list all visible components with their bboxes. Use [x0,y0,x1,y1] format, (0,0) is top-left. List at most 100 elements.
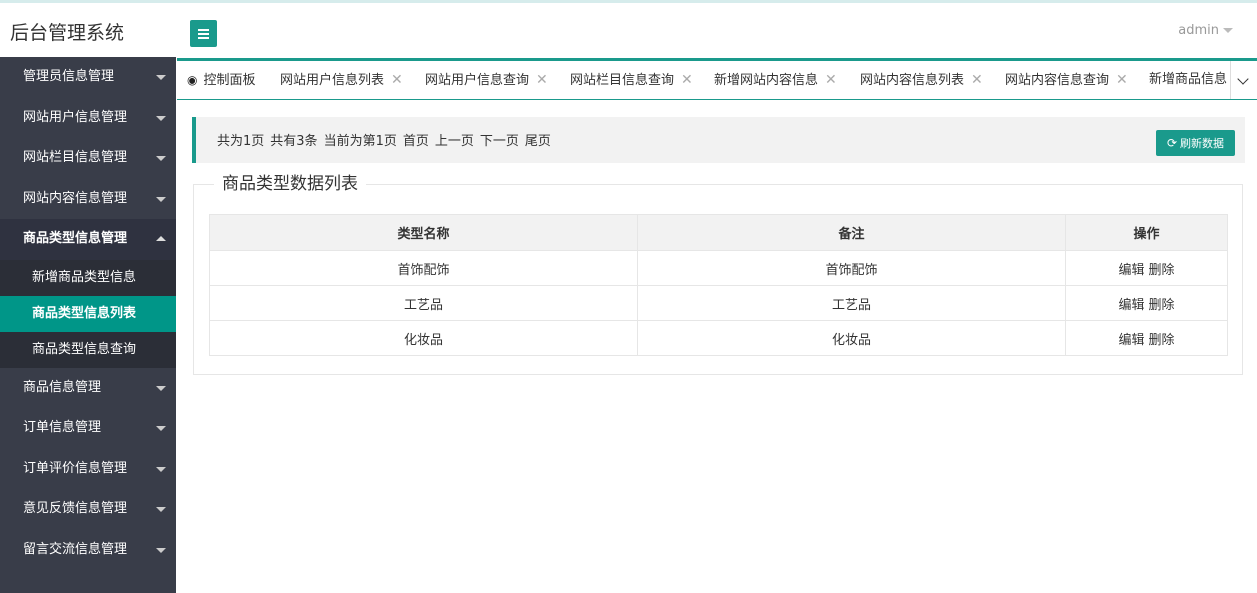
close-icon[interactable]: ✕ [825,72,837,88]
close-icon[interactable]: ✕ [971,72,983,88]
tab-label: 网站内容信息列表 [860,73,965,88]
pager-prev-link[interactable]: 上一页 [435,134,474,149]
caret-down-icon [156,507,166,512]
tab-label: 网站内容信息查询 [1005,73,1110,88]
pager-last-link[interactable]: 尾页 [525,134,551,149]
sidebar-group-orders[interactable]: 订单信息管理 [0,408,176,449]
tab-site-content-query[interactable]: 网站内容信息查询 ✕ [1005,61,1128,99]
tab-site-column-query[interactable]: 网站栏目信息查询 ✕ [570,61,693,99]
tab-label: 网站用户信息查询 [425,73,530,88]
cell-actions: 编辑 删除 [1065,320,1228,356]
pager-next-link[interactable]: 下一页 [480,134,519,149]
caret-up-icon [156,236,166,241]
caret-down-icon [1223,28,1233,33]
close-icon[interactable]: ✕ [1116,72,1128,88]
tab-label: 网站栏目信息查询 [570,73,675,88]
cell-name: 工艺品 [209,285,638,321]
column-header-name: 类型名称 [209,214,638,251]
delete-link[interactable]: 删除 [1149,298,1175,313]
tab-site-user-query[interactable]: 网站用户信息查询 ✕ [425,61,548,99]
delete-link[interactable]: 删除 [1149,263,1175,278]
caret-down-icon [156,426,166,431]
sidebar-group-site-columns[interactable]: 网站栏目信息管理 [0,138,176,179]
cell-note: 化妆品 [637,320,1066,356]
delete-link[interactable]: 删除 [1149,333,1175,348]
sidebar-group-products[interactable]: 商品信息管理 [0,368,176,409]
column-header-actions: 操作 [1065,214,1228,251]
refresh-label: 刷新数据 [1180,137,1225,150]
sidebar-item-add-product-type[interactable]: 新增商品类型信息 [0,259,176,296]
edit-link[interactable]: 编辑 [1118,298,1144,313]
cell-name: 首饰配饰 [209,250,638,286]
sidebar-group-label: 订单评价信息管理 [23,460,128,476]
sidebar-group-admin[interactable]: 管理员信息管理 [0,57,176,98]
sidebar-group-messages[interactable]: 留言交流信息管理 [0,530,176,571]
sidebar-group-product-types[interactable]: 商品类型信息管理 [0,219,176,260]
list-title: 商品类型数据列表 [214,174,366,194]
sidebar: 管理员信息管理 网站用户信息管理 网站栏目信息管理 网站内容信息管理 商品类型信… [0,57,176,593]
caret-down-icon [156,385,166,391]
caret-down-icon [156,466,166,472]
user-name: admin [1178,23,1219,38]
pager-first-link[interactable]: 首页 [403,134,429,149]
refresh-button[interactable]: ⟳ 刷新数据 [1156,130,1235,156]
sidebar-item-product-type-query[interactable]: 商品类型信息查询 [0,331,176,368]
tab-site-content-list[interactable]: 网站内容信息列表 ✕ [860,61,983,99]
sidebar-group-label: 商品类型信息管理 [23,231,128,246]
tab-more-button[interactable] [1230,61,1257,99]
sidebar-item-product-type-list[interactable]: 商品类型信息列表 [0,295,176,332]
table-row: 工艺品 工艺品 编辑 删除 [209,285,1228,321]
close-icon[interactable]: ✕ [536,72,548,88]
sidebar-group-label: 订单信息管理 [23,420,102,435]
edit-link[interactable]: 编辑 [1118,333,1144,348]
table-row: 首饰配饰 首饰配饰 编辑 删除 [209,250,1228,286]
caret-down-icon [156,547,166,553]
tab-dashboard[interactable]: ◉ 控制面板 [187,61,256,99]
pager-current: 当前为第1页 [323,134,397,149]
sidebar-group-label: 商品信息管理 [23,379,102,395]
close-icon[interactable]: ✕ [391,72,403,88]
caret-down-icon [156,75,166,80]
user-menu[interactable]: admin [1178,23,1233,38]
cell-actions: 编辑 删除 [1065,285,1228,321]
chevron-down-icon [1237,73,1249,85]
pager-bar: 共为1页 共有3条 当前为第1页 首页 上一页 下一页 尾页 ⟳ 刷新数据 [192,117,1245,163]
cell-actions: 编辑 删除 [1065,250,1228,286]
top-header: 后台管理系统 admin [0,0,1257,60]
sidebar-group-label: 管理员信息管理 [23,69,115,84]
hamburger-icon-bar [198,33,209,35]
edit-link[interactable]: 编辑 [1118,263,1144,278]
cell-note: 首饰配饰 [637,250,1066,286]
cell-name: 化妆品 [209,320,638,356]
close-icon[interactable]: ✕ [681,72,693,88]
pager-text: 共为1页 共有3条 当前为第1页 首页 上一页 下一页 尾页 [217,130,557,149]
dashboard-icon: ◉ [187,73,198,87]
sidebar-group-label: 网站栏目信息管理 [23,150,128,165]
caret-down-icon [156,156,166,161]
hamburger-icon [198,29,209,31]
tab-label: 新增商品信息 [1149,72,1228,87]
sidebar-group-site-content[interactable]: 网站内容信息管理 [0,179,176,220]
list-fieldset: 商品类型数据列表 类型名称 备注 操作 首饰配饰 首饰配饰 编辑 删除 工艺品 工… [193,174,1243,375]
refresh-icon: ⟳ [1166,136,1178,150]
product-type-table: 类型名称 备注 操作 首饰配饰 首饰配饰 编辑 删除 工艺品 工艺品 编辑 删除 化… [209,214,1228,356]
tab-label: 网站用户信息列表 [280,73,385,88]
tab-add-product[interactable]: 新增商品信息 [1149,61,1227,99]
tab-bar: ◉ 控制面板 网站用户信息列表 ✕ 网站用户信息查询 ✕ 网站栏目信息查询 ✕ 新增网站… [177,58,1257,100]
tab-label: 新增网站内容信息 [714,73,819,88]
sidebar-group-site-users[interactable]: 网站用户信息管理 [0,98,176,139]
tab-label: 控制面板 [203,73,256,88]
pager-total-pages: 共为1页 [217,134,265,149]
tab-site-user-list[interactable]: 网站用户信息列表 ✕ [280,61,403,99]
table-header-row: 类型名称 备注 操作 [209,214,1228,251]
menu-toggle-button[interactable] [190,20,217,47]
tab-add-site-content[interactable]: 新增网站内容信息 ✕ [714,61,837,99]
hamburger-icon-bar [198,37,209,39]
sidebar-group-feedback[interactable]: 意见反馈信息管理 [0,489,176,530]
pager-total-items: 共有3条 [270,134,318,149]
sidebar-group-order-reviews[interactable]: 订单评价信息管理 [0,449,176,490]
table-row: 化妆品 化妆品 编辑 删除 [209,320,1228,356]
column-header-note: 备注 [637,214,1066,251]
sidebar-group-label: 留言交流信息管理 [23,541,128,557]
cell-note: 工艺品 [637,285,1066,321]
